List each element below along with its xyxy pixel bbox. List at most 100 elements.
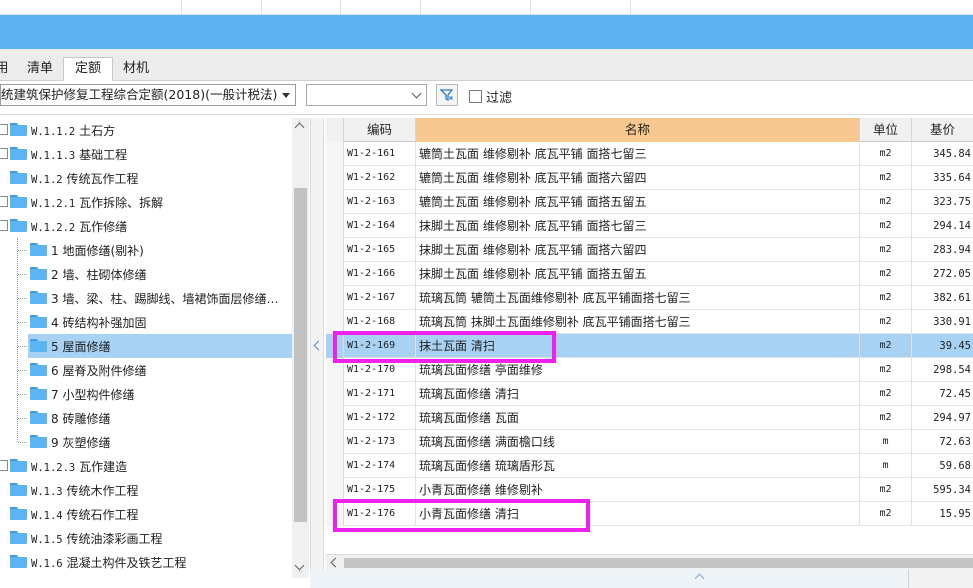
- collapse-left-icon[interactable]: [313, 340, 324, 351]
- row-header-cell[interactable]: [326, 334, 344, 358]
- table-row[interactable]: W1-2-166 抹脚土瓦面 维修剔补 底瓦平铺 面搭五留五 m2 272.05: [326, 262, 973, 286]
- cell-unit[interactable]: m2: [860, 406, 912, 430]
- row-header-cell[interactable]: [326, 502, 344, 526]
- cell-price[interactable]: 283.94: [912, 238, 973, 262]
- tree-item[interactable]: 1 地面修缮(剔补): [28, 238, 292, 262]
- cell-code[interactable]: W1-2-169: [344, 334, 416, 358]
- cell-name[interactable]: 辘筒土瓦面 维修剔补 底瓦平铺 面搭七留三: [416, 142, 860, 166]
- tree-item[interactable]: W.1.2.2 瓦作修缮: [0, 214, 292, 238]
- expand-up-icon[interactable]: [694, 573, 705, 584]
- cell-code[interactable]: W1-2-173: [344, 430, 416, 454]
- table-row[interactable]: W1-2-168 琉璃瓦筒 抹脚土瓦面维修剔补 底瓦平铺面搭七留三 m2 330.91: [326, 310, 973, 334]
- cell-price[interactable]: 272.05: [912, 262, 973, 286]
- tree-item[interactable]: 3 墙、梁、柱、踢脚线、墙裙饰面层修缮…: [28, 286, 292, 310]
- row-header-cell[interactable]: [326, 190, 344, 214]
- tree-scroll-thumb[interactable]: [294, 188, 307, 522]
- cell-code[interactable]: W1-2-175: [344, 478, 416, 502]
- column-header-unit[interactable]: 单位: [860, 118, 912, 142]
- table-row[interactable]: W1-2-167 琉璃瓦筒 辘筒土瓦面维修剔补 底瓦平铺面搭七留三 m2 382.61: [326, 286, 973, 310]
- cell-unit[interactable]: m2: [860, 286, 912, 310]
- row-header-cell[interactable]: [326, 358, 344, 382]
- row-header-cell[interactable]: [326, 142, 344, 166]
- cell-unit[interactable]: m2: [860, 358, 912, 382]
- table-row[interactable]: W1-2-176 小青瓦面修缮 清扫 m2 15.95: [326, 502, 973, 526]
- tree-item[interactable]: 4 砖结构补强加固: [28, 310, 292, 334]
- row-header-cell[interactable]: [326, 214, 344, 238]
- table-row[interactable]: W1-2-164 抹脚土瓦面 维修剔补 底瓦平铺 面搭七留三 m2 294.14: [326, 214, 973, 238]
- cell-unit[interactable]: m2: [860, 190, 912, 214]
- cell-price[interactable]: 298.54: [912, 358, 973, 382]
- cell-code[interactable]: W1-2-174: [344, 454, 416, 478]
- tree-item[interactable]: W.1.2.3 瓦作建造: [0, 454, 292, 478]
- cell-code[interactable]: W1-2-165: [344, 238, 416, 262]
- tab-partial[interactable]: 用: [0, 57, 12, 81]
- tab-material[interactable]: 材机: [113, 57, 159, 81]
- cell-unit[interactable]: m2: [860, 478, 912, 502]
- table-row[interactable]: W1-2-175 小青瓦面修缮 维修剔补 m2 595.34: [326, 478, 973, 502]
- tree-vertical-scrollbar[interactable]: [292, 118, 309, 578]
- tab-quota[interactable]: 定额: [63, 57, 113, 81]
- cell-code[interactable]: W1-2-164: [344, 214, 416, 238]
- cell-price[interactable]: 72.63: [912, 430, 973, 454]
- cell-price[interactable]: 335.64: [912, 166, 973, 190]
- cell-name[interactable]: 抹脚土瓦面 维修剔补 底瓦平铺 面搭六留四: [416, 238, 860, 262]
- expand-toggle-icon[interactable]: [0, 148, 8, 159]
- row-header-cell[interactable]: [326, 430, 344, 454]
- cell-unit[interactable]: m2: [860, 262, 912, 286]
- scroll-up-icon[interactable]: [294, 122, 305, 133]
- table-row[interactable]: W1-2-165 抹脚土瓦面 维修剔补 底瓦平铺 面搭六留四 m2 283.94: [326, 238, 973, 262]
- cell-unit[interactable]: m2: [860, 310, 912, 334]
- cell-unit[interactable]: m2: [860, 238, 912, 262]
- cell-name[interactable]: 琉璃瓦面修缮 亭面维修: [416, 358, 860, 382]
- cell-code[interactable]: W1-2-166: [344, 262, 416, 286]
- cell-price[interactable]: 345.84: [912, 142, 973, 166]
- filter-button[interactable]: [436, 84, 458, 106]
- column-header-price[interactable]: 基价: [912, 118, 973, 142]
- expand-toggle-icon[interactable]: [0, 220, 8, 231]
- cell-code[interactable]: W1-2-161: [344, 142, 416, 166]
- table-row[interactable]: W1-2-174 琉璃瓦面修缮 琉璃盾形瓦 m 59.68: [326, 454, 973, 478]
- tree-item[interactable]: 5 屋面修缮: [28, 334, 292, 358]
- cell-name[interactable]: 琉璃瓦面修缮 瓦面: [416, 406, 860, 430]
- column-header-name[interactable]: 名称: [416, 118, 860, 142]
- tree-item[interactable]: W.1.6 混凝土构件及铁艺工程: [0, 550, 292, 574]
- column-header-code[interactable]: 编码: [344, 118, 416, 142]
- cell-name[interactable]: 小青瓦面修缮 维修剔补: [416, 478, 860, 502]
- table-row[interactable]: W1-2-172 琉璃瓦面修缮 瓦面 m2 294.97: [326, 406, 973, 430]
- cell-code[interactable]: W1-2-171: [344, 382, 416, 406]
- cell-code[interactable]: W1-2-176: [344, 502, 416, 526]
- cell-unit[interactable]: m2: [860, 142, 912, 166]
- tree-item[interactable]: 8 砖雕修缮: [28, 406, 292, 430]
- cell-name[interactable]: 抹脚土瓦面 维修剔补 底瓦平铺 面搭七留三: [416, 214, 860, 238]
- cell-price[interactable]: 72.45: [912, 382, 973, 406]
- cell-name[interactable]: 琉璃瓦面修缮 满面檐口线: [416, 430, 860, 454]
- scroll-left-icon[interactable]: [330, 557, 341, 568]
- table-row[interactable]: W1-2-162 辘筒土瓦面 维修剔补 底瓦平铺 面搭六留四 m2 335.64: [326, 166, 973, 190]
- tree-item[interactable]: 7 小型构件修缮: [28, 382, 292, 406]
- cell-name[interactable]: 辘筒土瓦面 维修剔补 底瓦平铺 面搭五留五: [416, 190, 860, 214]
- panel-splitter[interactable]: [310, 118, 324, 588]
- cell-unit[interactable]: m2: [860, 382, 912, 406]
- table-row[interactable]: W1-2-161 辘筒土瓦面 维修剔补 底瓦平铺 面搭七留三 m2 345.84: [326, 142, 973, 166]
- cell-unit[interactable]: m2: [860, 334, 912, 358]
- tree-item[interactable]: 2 墙、柱砌体修缮: [28, 262, 292, 286]
- cell-price[interactable]: 39.45: [912, 334, 973, 358]
- table-row[interactable]: W1-2-170 琉璃瓦面修缮 亭面维修 m2 298.54: [326, 358, 973, 382]
- row-header-cell[interactable]: [326, 238, 344, 262]
- cell-name[interactable]: 琉璃瓦面修缮 清扫: [416, 382, 860, 406]
- expand-toggle-icon[interactable]: [0, 196, 8, 207]
- row-header-cell[interactable]: [326, 406, 344, 430]
- cell-price[interactable]: 15.95: [912, 502, 973, 526]
- table-row[interactable]: W1-2-171 琉璃瓦面修缮 清扫 m2 72.45: [326, 382, 973, 406]
- table-row[interactable]: W1-2-173 琉璃瓦面修缮 满面檐口线 m 72.63: [326, 430, 973, 454]
- tree-item[interactable]: W.1.5 传统油漆彩画工程: [0, 526, 292, 550]
- cell-unit[interactable]: m2: [860, 166, 912, 190]
- cell-name[interactable]: 小青瓦面修缮 清扫: [416, 502, 860, 526]
- tree-item[interactable]: W.1.4 传统石作工程: [0, 502, 292, 526]
- grid-horizontal-scrollbar[interactable]: [326, 554, 973, 570]
- tab-bill[interactable]: 清单: [17, 57, 63, 81]
- cell-code[interactable]: W1-2-167: [344, 286, 416, 310]
- row-header-cell[interactable]: [326, 454, 344, 478]
- secondary-select[interactable]: [306, 84, 427, 106]
- chevron-down-icon[interactable]: [411, 88, 422, 99]
